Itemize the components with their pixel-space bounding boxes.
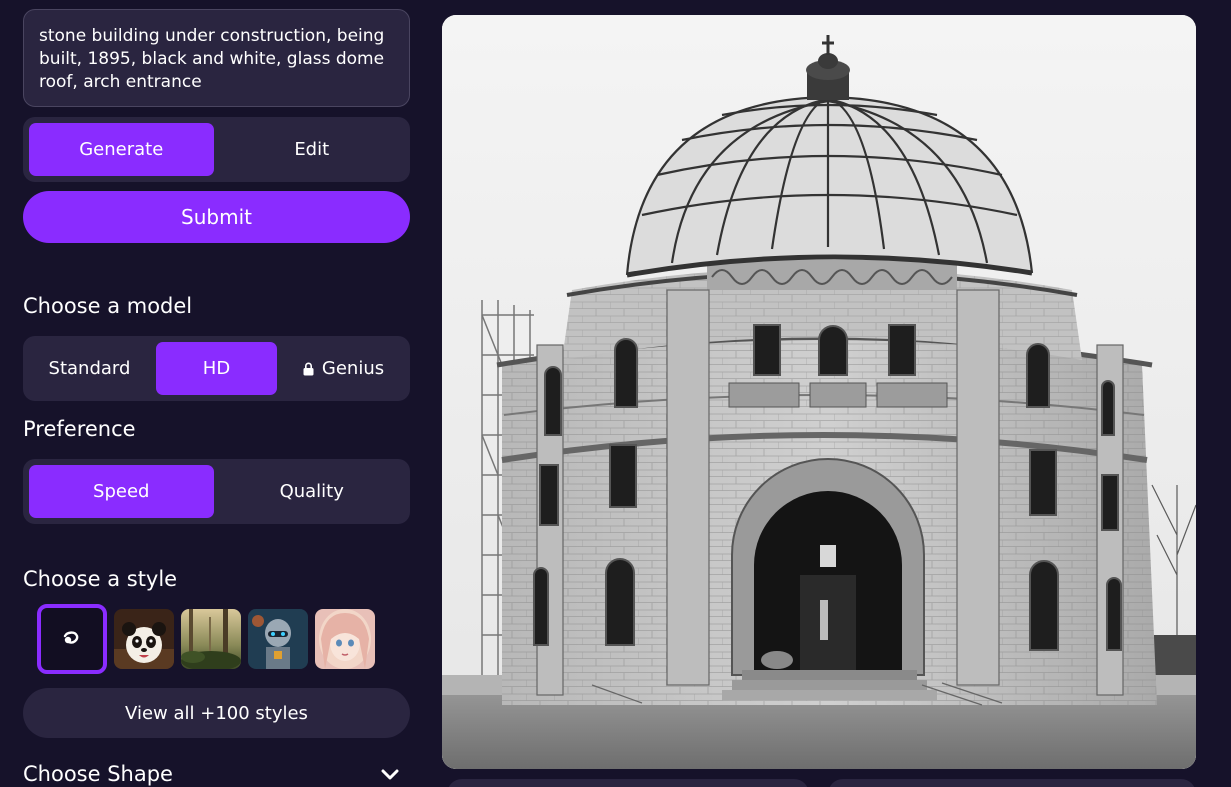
model-standard-label: Standard [48,358,131,379]
preference-switch: Speed Quality [23,459,410,524]
prompt-input[interactable]: stone building under construction, being… [23,9,410,107]
model-genius-label: Genius [321,358,385,379]
building-image [442,15,1196,769]
anime-thumbnail [315,609,375,669]
generated-image[interactable] [442,15,1196,769]
style-list [37,604,375,674]
submit-button[interactable]: Submit [23,191,410,243]
panda-thumbnail [114,609,174,669]
style-anime[interactable] [315,609,375,669]
app: stone building under construction, being… [0,0,1231,787]
image-action-left[interactable] [447,779,809,787]
mode-switch: Generate Edit [23,117,410,182]
model-genius[interactable]: Genius [283,342,404,395]
model-standard[interactable]: Standard [29,342,150,395]
style-panda[interactable] [114,609,174,669]
preference-quality[interactable]: Quality [220,465,405,518]
style-forest[interactable] [181,609,241,669]
style-robot[interactable] [248,609,308,669]
generate-tab[interactable]: Generate [29,123,214,176]
style-none[interactable] [37,604,107,674]
model-hd-label: HD [202,358,231,379]
robot-thumbnail [248,609,308,669]
preference-title: Preference [23,417,136,441]
model-switch: Standard HD Genius [23,336,410,401]
lock-icon [303,362,314,375]
shape-title: Choose Shape [23,762,173,786]
model-hd[interactable]: HD [156,342,277,395]
no-style-icon [63,631,79,644]
shape-row[interactable]: Choose Shape [23,762,410,787]
chevron-down-icon[interactable] [380,768,400,782]
model-title: Choose a model [23,294,193,318]
edit-tab[interactable]: Edit [220,123,405,176]
image-action-right[interactable] [828,779,1196,787]
prompt-text: stone building under construction, being… [39,26,385,92]
preference-speed[interactable]: Speed [29,465,214,518]
view-all-styles-button[interactable]: View all +100 styles [23,688,410,738]
style-title: Choose a style [23,567,178,591]
forest-thumbnail [181,609,241,669]
